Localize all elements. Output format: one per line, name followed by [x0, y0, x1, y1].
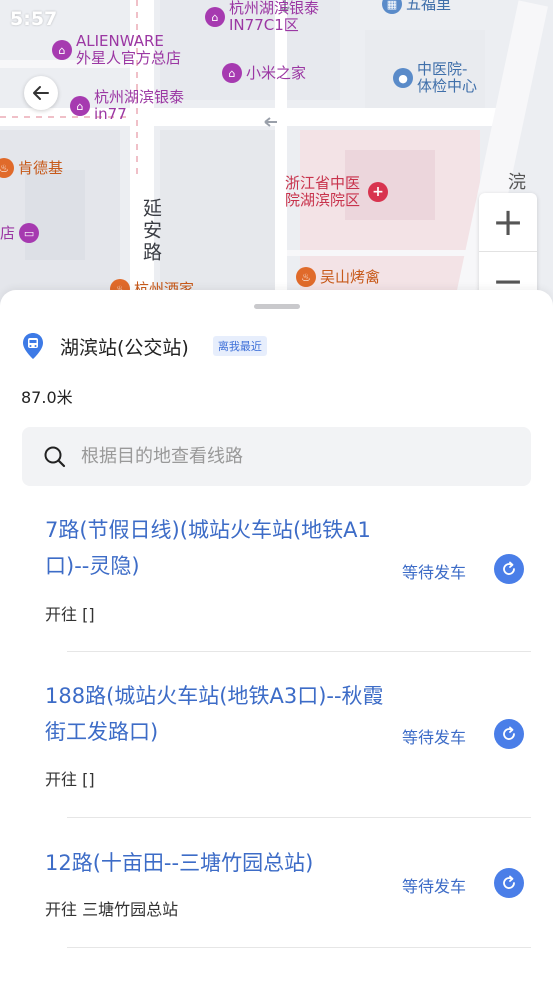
- route-search-bar[interactable]: [22, 427, 531, 486]
- arrow-left-icon: [33, 86, 49, 100]
- poi-kfc[interactable]: ♨ 肯德基: [0, 158, 63, 178]
- station-sheet: 湖滨站(公交站) 离我最近 87.0米 7路(节假日线)(城站火车站(地铁A1口…: [0, 290, 553, 983]
- route-divider: [67, 817, 531, 818]
- route-item-188[interactable]: 188路(城站火车站(地铁A3口)--秋霞街工发路口) 等待发车 开往 []: [45, 678, 531, 798]
- route-destination: 开往 三塘竹园总站: [45, 900, 179, 919]
- poi-wufuli[interactable]: ▦ 五福里: [382, 0, 451, 14]
- road-label-yanan: 延安路: [140, 198, 162, 264]
- poi-hubin-in77[interactable]: ⌂ 杭州湖滨银泰 in77: [70, 89, 184, 123]
- restaurant-icon: ♨: [0, 158, 14, 178]
- location-pin-icon: ●: [393, 68, 413, 88]
- route-destination: 开往 []: [45, 605, 95, 624]
- hospital-icon: +: [368, 182, 389, 202]
- poi-yintai-in77c1[interactable]: ⌂ 杭州湖滨银泰 IN77C1区: [205, 0, 319, 34]
- route-name: 7路(节假日线)(城站火车站(地铁A1口)--灵隐): [45, 518, 371, 578]
- back-button[interactable]: [24, 76, 58, 110]
- poi-xiaomi[interactable]: ⌂ 小米之家: [222, 63, 306, 83]
- refresh-button[interactable]: [494, 868, 524, 898]
- route-name: 12路(十亩田--三塘竹园总站): [45, 851, 314, 875]
- map-view[interactable]: 5:57 ⌂ 杭州湖滨银泰 IN77C1区 ▦ 五福里 ⌂ ALIENWARE 外星…: [0, 0, 553, 320]
- poi-alienware[interactable]: ⌂ ALIENWARE 外星人官方总店: [52, 33, 181, 67]
- shopping-bag-icon: ⌂: [70, 96, 90, 116]
- shopping-bag-icon: ⌂: [222, 63, 242, 83]
- route-divider: [67, 947, 531, 948]
- search-input[interactable]: [81, 446, 481, 467]
- route-status: 等待发车: [402, 877, 467, 896]
- route-name: 188路(城站火车站(地铁A3口)--秋霞街工发路口): [45, 684, 384, 744]
- zoom-in-button[interactable]: +: [479, 193, 537, 251]
- route-divider: [67, 651, 531, 652]
- route-item-12[interactable]: 12路(十亩田--三塘竹园总站) 等待发车 开往 三塘竹园总站: [45, 845, 531, 945]
- refresh-button[interactable]: [494, 719, 524, 749]
- building-icon: ▦: [382, 0, 402, 14]
- bus-stop-icon: [23, 333, 43, 359]
- route-item-7[interactable]: 7路(节假日线)(城站火车站(地铁A1口)--灵隐) 等待发车 开往 []: [45, 512, 531, 632]
- shopping-bag-icon: ⌂: [52, 40, 72, 60]
- route-status: 等待发车: [402, 728, 467, 747]
- nearest-badge: 离我最近: [212, 336, 267, 356]
- poi-zhongyi-tijian[interactable]: ● 中医院- 体检中心: [393, 61, 477, 95]
- route-status: 等待发车: [402, 563, 467, 582]
- restaurant-icon: ♨: [296, 267, 316, 287]
- refresh-button[interactable]: [494, 554, 524, 584]
- refresh-icon: [503, 561, 515, 575]
- station-name: 湖滨站(公交站): [60, 336, 189, 359]
- route-destination: 开往 []: [45, 770, 95, 789]
- refresh-icon: [503, 875, 515, 889]
- refresh-icon: [503, 726, 515, 740]
- poi-hotel[interactable]: ▭ 店: [0, 223, 43, 243]
- shopping-bag-icon: ⌂: [205, 7, 225, 27]
- station-distance: 87.0米: [21, 388, 73, 407]
- status-time: 5:57: [10, 8, 58, 30]
- search-icon: [44, 446, 66, 467]
- poi-zhongyi-hubin[interactable]: + 浙江省中医 院湖滨院区: [285, 175, 389, 209]
- bed-icon: ▭: [19, 223, 40, 243]
- station-header: 湖滨站(公交站) 离我最近: [22, 332, 267, 360]
- sheet-drag-handle[interactable]: [254, 304, 300, 309]
- poi-wushan[interactable]: ♨ 吴山烤禽: [296, 267, 380, 287]
